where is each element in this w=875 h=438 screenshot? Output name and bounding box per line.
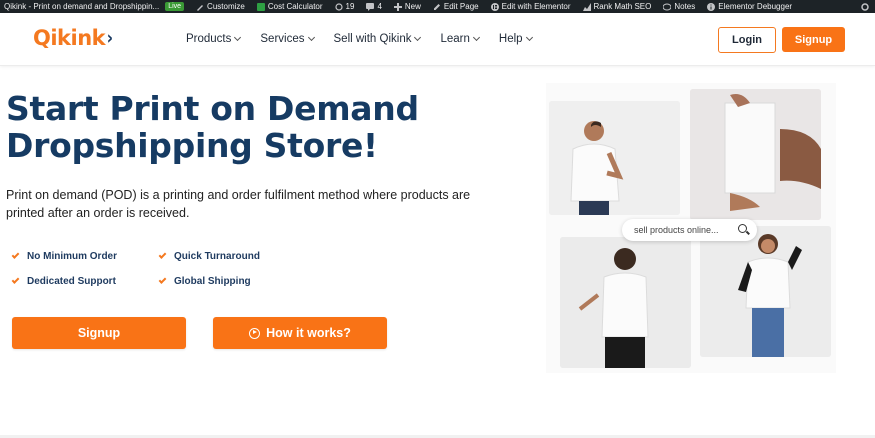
chevron-down-icon: [234, 33, 242, 41]
admin-edit-elementor[interactable]: Edit with Elementor: [485, 0, 577, 13]
chevron-down-icon: [472, 33, 480, 41]
admin-updates[interactable]: 19: [329, 0, 361, 13]
admin-elementor-debugger[interactable]: Elementor Debugger: [701, 0, 798, 13]
rank-math-icon: [582, 2, 591, 11]
customize-label: Customize: [207, 2, 245, 11]
admin-notes[interactable]: Notes: [657, 0, 701, 13]
hero-description: Print on demand (POD) is a printing and …: [6, 188, 471, 220]
login-button[interactable]: Login: [718, 27, 776, 53]
wp-admin-bar: Qikink - Print on demand and Dropshippin…: [0, 0, 875, 13]
feature-label: Quick Turnaround: [174, 251, 260, 262]
feature-item: Dedicated Support: [11, 275, 159, 287]
hero-signup-button[interactable]: Signup: [12, 317, 186, 349]
cost-calculator-label: Cost Calculator: [267, 2, 323, 11]
edit-elementor-label: Edit with Elementor: [501, 2, 571, 11]
edit-page-label: Edit Page: [443, 2, 479, 11]
rank-math-label: Rank Math SEO: [593, 2, 652, 11]
nav-learn[interactable]: Learn: [440, 33, 480, 45]
main-nav: Products Services Sell with Qikink Learn…: [186, 33, 552, 45]
qikink-logo[interactable]: Qikink ›: [33, 26, 113, 50]
hero-title-line1: Start Print on Demand: [6, 89, 419, 128]
admin-new[interactable]: New: [388, 0, 427, 13]
check-icon: [11, 250, 20, 259]
notes-label: Notes: [674, 2, 696, 11]
woman-raglan-tee-photo: [700, 226, 831, 357]
feature-item: No Minimum Order: [11, 250, 159, 262]
play-icon: [249, 327, 261, 339]
search-icon: [738, 224, 747, 233]
refresh-icon: [334, 2, 343, 11]
calculator-icon: [256, 2, 265, 11]
brush-icon: [196, 3, 204, 11]
pencil-icon: [433, 3, 441, 11]
site-header: Qikink › Products Services Sell with Qik…: [0, 13, 875, 66]
hero-title: Start Print on Demand Dropshipping Store…: [6, 90, 526, 164]
admin-comments[interactable]: 4: [360, 0, 387, 13]
chevron-down-icon: [525, 33, 533, 41]
feature-item: Quick Turnaround: [158, 250, 309, 262]
nav-label: Products: [186, 33, 232, 45]
feature-label: Global Shipping: [174, 276, 251, 287]
admin-extra[interactable]: [855, 0, 875, 13]
admin-rank-math[interactable]: Rank Math SEO: [577, 0, 658, 13]
logo-text: Qikink: [33, 26, 106, 50]
feature-label: No Minimum Order: [27, 251, 118, 262]
site-title-text: Qikink - Print on demand and Dropshippin…: [4, 2, 160, 11]
nav-label: Services: [260, 33, 305, 45]
updates-count: 19: [345, 2, 355, 11]
notes-icon: [662, 3, 672, 11]
admin-cost-calculator[interactable]: Cost Calculator: [251, 0, 329, 13]
search-text: sell products online...: [634, 225, 719, 235]
cog-icon: [861, 2, 869, 11]
how-it-works-label: How it works?: [266, 326, 351, 340]
check-icon: [158, 250, 167, 259]
nav-label: Sell with Qikink: [333, 33, 412, 45]
new-label: New: [404, 2, 421, 11]
admin-customize[interactable]: Customize: [190, 0, 251, 13]
man-white-tshirt-photo: [549, 101, 680, 215]
chevron-down-icon: [414, 33, 422, 41]
woman-backpack-photo: [560, 237, 691, 368]
check-icon: [11, 275, 20, 284]
feature-item: Global Shipping: [158, 275, 309, 287]
header-signup-button[interactable]: Signup: [782, 27, 845, 52]
elementor-debugger-label: Elementor Debugger: [718, 2, 793, 11]
elementor-icon: [490, 2, 499, 11]
check-icon: [158, 275, 167, 284]
collage-search-bar: sell products online...: [622, 219, 757, 241]
comment-icon: [366, 2, 375, 11]
nav-help[interactable]: Help: [498, 33, 533, 45]
info-icon: [707, 2, 716, 11]
comments-count: 4: [377, 2, 382, 11]
logo-mark: ›: [106, 27, 113, 49]
nav-products[interactable]: Products: [186, 33, 242, 45]
chevron-down-icon: [307, 33, 315, 41]
plus-icon: [393, 2, 402, 11]
hero-title-line2: Dropshipping Store!: [6, 126, 378, 165]
live-badge: Live: [165, 2, 185, 11]
nav-services[interactable]: Services: [260, 33, 315, 45]
nav-sell-with-qikink[interactable]: Sell with Qikink: [333, 33, 422, 45]
how-it-works-button[interactable]: How it works?: [213, 317, 387, 349]
feature-label: Dedicated Support: [27, 276, 116, 287]
admin-site-title[interactable]: Qikink - Print on demand and Dropshippin…: [0, 0, 190, 13]
nav-label: Learn: [440, 33, 470, 45]
features-list: No Minimum Order Quick Turnaround Dedica…: [11, 250, 312, 287]
admin-edit-page[interactable]: Edit Page: [427, 0, 485, 13]
notepad-hands-photo: [690, 89, 821, 220]
nav-label: Help: [498, 33, 523, 45]
